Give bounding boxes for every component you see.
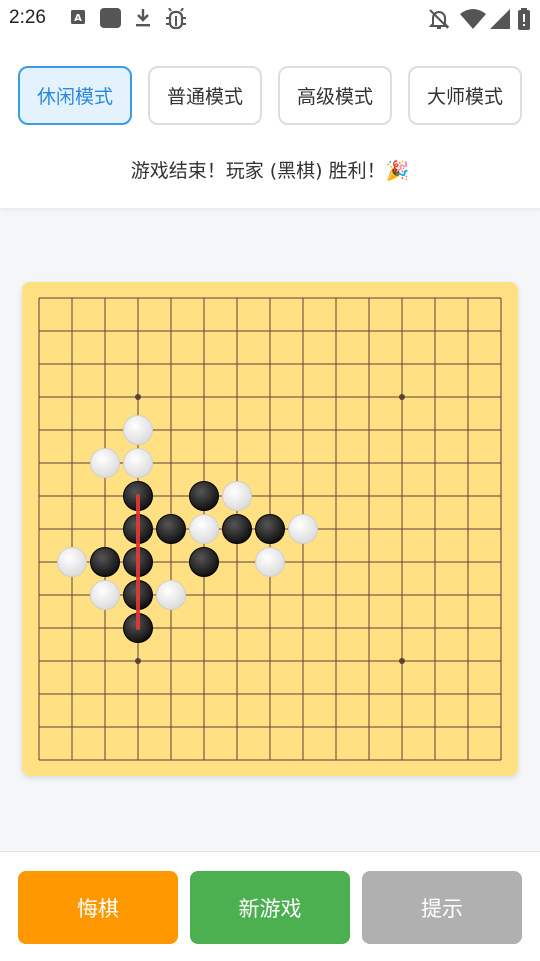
white-stone [255, 547, 285, 577]
white-stone [90, 580, 120, 610]
star-point [399, 394, 405, 400]
game-status-message: 游戏结束！玩家 (黑棋) 胜利！🎉 [130, 160, 410, 182]
black-stone [189, 481, 219, 511]
download-icon [134, 8, 152, 32]
black-stone [90, 547, 120, 577]
white-stone [90, 448, 120, 478]
mode-master-button[interactable]: 大师模式 [408, 66, 522, 125]
white-stone [189, 514, 219, 544]
a-box-icon: A [70, 8, 86, 30]
bell-off-icon [428, 8, 450, 34]
star-point [135, 658, 141, 664]
status-bar: 2:26 A [0, 0, 540, 38]
action-bar: 悔棋 新游戏 提示 [0, 851, 540, 961]
black-stone [156, 514, 186, 544]
svg-text:A: A [74, 13, 82, 24]
board-canvas[interactable] [22, 282, 518, 776]
undo-button[interactable]: 悔棋 [18, 871, 178, 944]
status-time: 2:26 [9, 7, 46, 28]
gomoku-board[interactable] [22, 282, 518, 776]
app-square-icon [100, 8, 122, 32]
new-game-button[interactable]: 新游戏 [190, 871, 350, 944]
star-point [399, 658, 405, 664]
battery-icon [518, 8, 530, 34]
white-stone [57, 547, 87, 577]
header: 休闲模式 普通模式 高级模式 大师模式 游戏结束！玩家 (黑棋) 胜利！🎉 [0, 38, 540, 208]
black-stone [255, 514, 285, 544]
black-stone [189, 547, 219, 577]
signal-icon [490, 9, 510, 33]
star-point [135, 394, 141, 400]
bug-icon [164, 7, 188, 34]
black-stone [222, 514, 252, 544]
white-stone [222, 481, 252, 511]
mode-casual-button[interactable]: 休闲模式 [18, 66, 132, 125]
white-stone [288, 514, 318, 544]
wifi-icon [460, 9, 486, 33]
mode-normal-button[interactable]: 普通模式 [148, 66, 262, 125]
hint-button[interactable]: 提示 [362, 871, 522, 944]
white-stone [123, 415, 153, 445]
mode-advanced-button[interactable]: 高级模式 [278, 66, 392, 125]
white-stone [156, 580, 186, 610]
white-stone [123, 448, 153, 478]
